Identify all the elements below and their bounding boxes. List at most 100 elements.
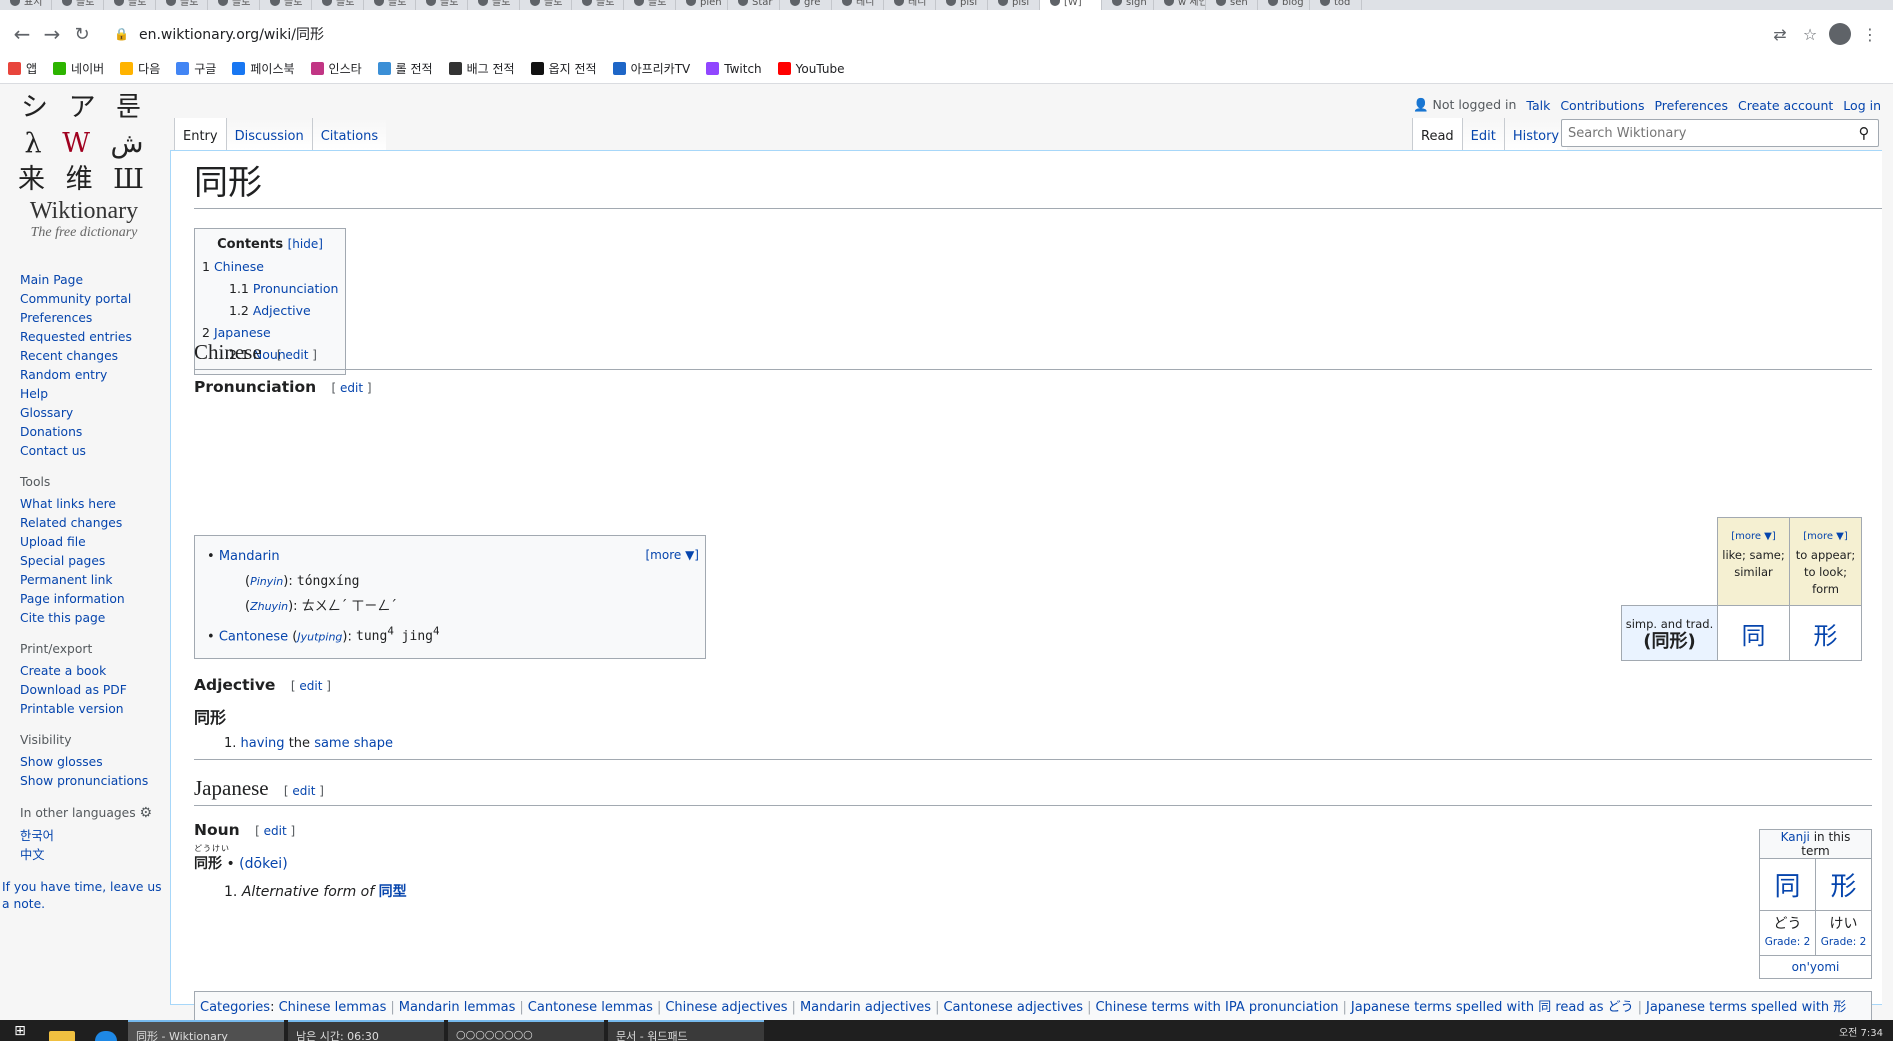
toc-link[interactable]: Adjective — [253, 303, 311, 318]
browser-tab[interactable]: 테니 — [832, 0, 884, 10]
gear-icon[interactable]: ⚙ — [139, 805, 152, 821]
category-link[interactable]: Chinese lemmas — [279, 1000, 387, 1015]
windows-start-icon[interactable]: ⊞ — [0, 1020, 40, 1041]
toc-item-chinese[interactable]: 1 Chinese — [202, 256, 338, 278]
browser-tab[interactable]: 표지 — [0, 0, 52, 10]
sidebar-tool-special-pages[interactable]: Special pages — [20, 552, 170, 571]
bookmark-item[interactable]: 인스타 — [310, 60, 362, 77]
bookmark-star-icon[interactable]: ☆ — [1795, 19, 1825, 49]
browser-tab[interactable]: plsi — [936, 0, 988, 10]
pinyin-label[interactable]: Pinyin — [250, 575, 283, 588]
sidebar-tool-page-information[interactable]: Page information — [20, 590, 170, 609]
jyutping-label[interactable]: Jyutping — [297, 630, 342, 643]
browser-tab[interactable]: w 체언 — [1154, 0, 1206, 10]
sidebar-print-printable-version[interactable]: Printable version — [20, 700, 170, 719]
sidebar-tool-what-links-here[interactable]: What links here — [20, 495, 170, 514]
browser-tab[interactable]: 블로 — [520, 0, 572, 10]
kanji-char-1[interactable]: 同 — [1759, 858, 1816, 911]
bookmark-item[interactable]: 네이버 — [53, 60, 104, 77]
category-link[interactable]: Mandarin lemmas — [399, 1000, 516, 1015]
browser-tab[interactable]: 블로 — [572, 0, 624, 10]
edit-link[interactable]: edit — [285, 348, 308, 362]
browser-tab[interactable]: 테니 — [884, 0, 936, 10]
leave-note-link[interactable]: If you have time, leave us a note. — [0, 879, 170, 913]
lock-icon[interactable]: 🔒 — [114, 27, 129, 41]
browser-taskbar-icon[interactable] — [84, 1020, 128, 1041]
noun-romaji[interactable]: (dōkei) — [239, 856, 288, 872]
file-explorer-icon[interactable] — [40, 1020, 84, 1041]
tab-edit[interactable]: Edit — [1461, 118, 1504, 150]
search-icon[interactable]: ⚲ — [1850, 124, 1878, 142]
def-link-same[interactable]: same — [314, 736, 349, 751]
reload-icon[interactable]: ↻ — [68, 20, 96, 48]
sidebar-language-0[interactable]: 한국어 — [20, 827, 170, 846]
onyomi-link[interactable]: on'yomi — [1759, 955, 1872, 979]
sidebar-tool-related-changes[interactable]: Related changes — [20, 514, 170, 533]
categories-label[interactable]: Categories — [200, 1000, 270, 1015]
toc-hide-toggle[interactable]: [hide] — [288, 237, 323, 251]
toc-item-pronunciation[interactable]: 1.1 Pronunciation — [202, 278, 338, 300]
edit-link[interactable]: edit — [292, 784, 315, 798]
browser-tab[interactable]: [W] — [1040, 0, 1102, 10]
browser-tab[interactable]: 블로 — [260, 0, 312, 10]
browser-menu-icon[interactable]: ⋮ — [1855, 19, 1885, 49]
browser-tab[interactable]: tod — [1310, 0, 1362, 10]
browser-tab[interactable]: 블로 — [468, 0, 520, 10]
sidebar-item-requested-entries[interactable]: Requested entries — [20, 328, 170, 347]
personal-talk[interactable]: Talk — [1526, 98, 1550, 113]
bookmark-item[interactable]: 페이스북 — [232, 60, 295, 77]
han-char-1[interactable]: 同 — [1717, 605, 1790, 661]
noun-alt-form-link[interactable]: 同型 — [379, 884, 407, 900]
sidebar-print-download-as-pdf[interactable]: Download as PDF — [20, 681, 170, 700]
browser-tab[interactable]: 블로 — [208, 0, 260, 10]
category-link[interactable]: Japanese terms spelled with 同 read as どう — [1351, 1000, 1634, 1015]
tab-citations[interactable]: Citations — [311, 118, 387, 150]
category-link[interactable]: Cantonese lemmas — [528, 1000, 653, 1015]
sidebar-tool-permanent-link[interactable]: Permanent link — [20, 571, 170, 590]
bookmark-item[interactable]: 구글 — [176, 60, 216, 77]
profile-avatar[interactable] — [1825, 19, 1855, 49]
def-link-shape[interactable]: shape — [354, 736, 393, 751]
forward-icon[interactable]: → — [38, 20, 66, 48]
kanji-grade-2[interactable]: Grade: 2 — [1816, 933, 1871, 951]
edit-link[interactable]: edit — [264, 824, 287, 838]
browser-tab[interactable]: 블로 — [624, 0, 676, 10]
sidebar-item-donations[interactable]: Donations — [20, 423, 170, 442]
tab-discussion[interactable]: Discussion — [225, 118, 312, 150]
category-link[interactable]: Cantonese adjectives — [943, 1000, 1083, 1015]
kanji-char-2[interactable]: 形 — [1815, 858, 1872, 911]
sidebar-item-contact-us[interactable]: Contact us — [20, 442, 170, 461]
browser-tab[interactable]: plsi — [988, 0, 1040, 10]
sidebar-tool-upload-file[interactable]: Upload file — [20, 533, 170, 552]
sidebar-item-recent-changes[interactable]: Recent changes — [20, 347, 170, 366]
personal-log-in[interactable]: Log in — [1843, 98, 1881, 113]
toc-item-adjective[interactable]: 1.2 Adjective — [202, 300, 338, 322]
taskbar-app[interactable]: 남은 시간: 06:30 — [288, 1020, 444, 1041]
url-text[interactable]: en.wiktionary.org/wiki/同形 — [139, 24, 324, 44]
bookmark-item[interactable]: 배그 전적 — [448, 60, 515, 77]
toc-link[interactable]: Chinese — [214, 259, 264, 274]
bookmark-item[interactable]: 롤 전적 — [377, 60, 433, 77]
pron-more-toggle[interactable]: [more ▼] — [646, 548, 700, 562]
zhuyin-label[interactable]: Zhuyin — [250, 600, 288, 613]
search-input[interactable] — [1568, 125, 1850, 141]
browser-tab[interactable]: 블로 — [364, 0, 416, 10]
tab-entry[interactable]: Entry — [174, 118, 226, 150]
browser-tab[interactable]: sign — [1102, 0, 1154, 10]
address-bar[interactable]: 🔒 en.wiktionary.org/wiki/同形 — [104, 18, 1757, 50]
category-link[interactable]: Chinese adjectives — [665, 1000, 787, 1015]
taskbar-app[interactable]: 문서 - 워드패드 — [608, 1020, 764, 1041]
sidebar-tool-cite-this-page[interactable]: Cite this page — [20, 609, 170, 628]
browser-tab[interactable]: Star — [728, 0, 780, 10]
gloss-more-toggle[interactable]: [more ▼] — [1718, 528, 1789, 545]
category-link[interactable]: Mandarin adjectives — [800, 1000, 931, 1015]
bookmark-item[interactable]: 다음 — [120, 60, 160, 77]
mandarin-link[interactable]: Mandarin — [219, 549, 280, 564]
edit-link[interactable]: edit — [299, 679, 322, 693]
browser-tab[interactable]: 블로 — [416, 0, 468, 10]
bookmark-tv[interactable]: 아프리카TV — [612, 60, 690, 77]
category-link[interactable]: Chinese terms with IPA pronunciation — [1095, 1000, 1338, 1015]
sidebar-item-preferences[interactable]: Preferences — [20, 309, 170, 328]
sidebar-language-1[interactable]: 中文 — [20, 846, 170, 865]
browser-tab[interactable]: plen — [676, 0, 728, 10]
